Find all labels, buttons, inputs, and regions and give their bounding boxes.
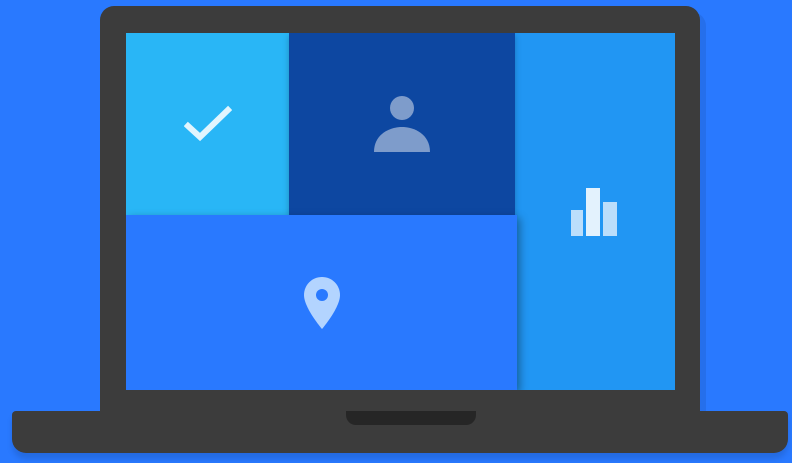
tile-check — [126, 33, 289, 215]
tile-person — [289, 33, 515, 215]
laptop-trackpad-notch — [346, 411, 476, 425]
check-icon — [183, 104, 232, 144]
location-pin-icon — [303, 276, 340, 329]
laptop-base — [12, 411, 788, 453]
bar-chart-icon — [571, 187, 619, 236]
tile-location — [126, 215, 517, 390]
tile-chart — [515, 33, 675, 390]
laptop-screen — [126, 33, 675, 390]
laptop-illustration — [0, 0, 792, 463]
person-icon — [372, 94, 432, 154]
